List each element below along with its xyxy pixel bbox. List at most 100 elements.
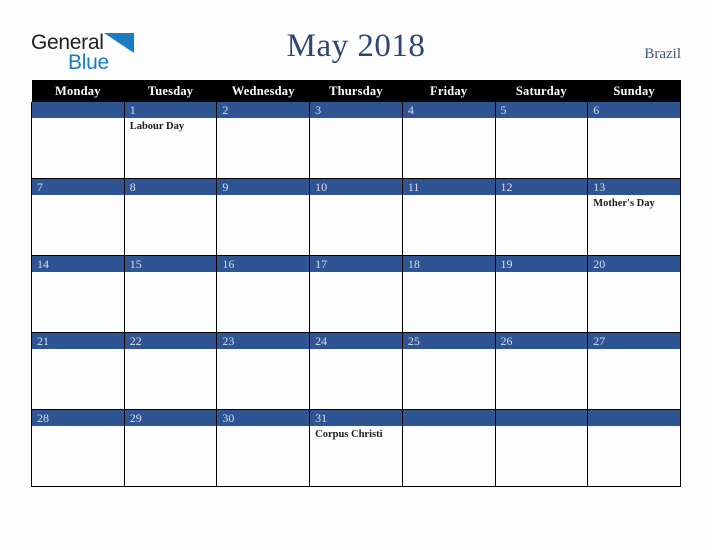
day-number: 12 [495, 179, 588, 195]
day-events [403, 195, 495, 198]
calendar-day-cell[interactable] [401, 409, 496, 487]
day-cell-inner: 29 [124, 410, 217, 486]
calendar-day-cell[interactable]: 24 [309, 332, 403, 410]
day-event-label: Corpus Christi [315, 429, 383, 440]
calendar-week-row: 28 29 30 31 Corpus Christi [31, 409, 681, 487]
calendar-week-row: 14 15 16 17 18 19 20 [31, 255, 681, 333]
weekday-header-thursday: Thursday [309, 80, 403, 102]
day-events [125, 349, 217, 352]
day-number: 11 [402, 179, 495, 195]
day-number: 27 [588, 333, 680, 349]
day-events [32, 426, 124, 429]
calendar-day-cell[interactable]: 4 [401, 102, 496, 179]
day-cell-inner: 23 [217, 333, 310, 409]
calendar-day-cell[interactable]: 17 [309, 255, 403, 333]
day-events [588, 426, 680, 429]
calendar-day-cell[interactable]: 7 [31, 178, 125, 256]
day-event-label: Labour Day [129, 121, 185, 132]
calendar-weekday-header: Monday Tuesday Wednesday Thursday Friday… [31, 80, 681, 102]
day-events [496, 426, 588, 429]
calendar-day-cell[interactable]: 5 [494, 102, 589, 179]
day-number: 8 [124, 179, 217, 195]
calendar-day-cell[interactable]: 18 [401, 255, 496, 333]
day-cell-inner [588, 410, 680, 486]
calendar-day-cell[interactable]: 29 [123, 409, 218, 487]
weekday-header-tuesday: Tuesday [124, 80, 217, 102]
day-cell-inner: 2 [217, 102, 310, 178]
weekday-header-row: Monday Tuesday Wednesday Thursday Friday… [31, 80, 681, 102]
day-events [403, 426, 495, 429]
day-cell-inner: 5 [495, 102, 588, 178]
day-events [496, 349, 588, 352]
calendar-day-cell[interactable]: 1 Labour Day [123, 102, 218, 179]
calendar-day-cell[interactable]: 9 [216, 178, 311, 256]
day-number: 15 [124, 256, 217, 272]
day-number: 18 [402, 256, 495, 272]
day-number: 25 [402, 333, 495, 349]
calendar-day-cell[interactable]: 30 [216, 409, 311, 487]
day-cell-inner: 30 [217, 410, 310, 486]
day-cell-inner [32, 102, 124, 178]
calendar-day-cell[interactable]: 16 [216, 255, 311, 333]
day-events [32, 195, 124, 198]
day-cell-inner: 27 [588, 333, 680, 409]
day-number [402, 410, 495, 426]
calendar-day-cell[interactable]: 10 [309, 178, 403, 256]
day-number [588, 410, 680, 426]
calendar-day-cell[interactable]: 19 [494, 255, 589, 333]
day-events [125, 272, 217, 275]
calendar-day-cell[interactable]: 14 [31, 255, 125, 333]
day-events [217, 426, 309, 429]
calendar-day-cell[interactable]: 28 [31, 409, 125, 487]
calendar-day-cell[interactable]: 15 [123, 255, 218, 333]
day-number: 16 [217, 256, 310, 272]
calendar-day-cell[interactable]: 13 Mother's Day [587, 178, 681, 256]
day-events [310, 118, 402, 121]
day-number: 28 [32, 410, 124, 426]
calendar-day-cell[interactable]: 21 [31, 332, 125, 410]
calendar-body: 1 Labour Day 2 3 4 5 6 7 8 9 10 11 12 13 Mother's Day 1… [31, 102, 681, 487]
day-events [32, 349, 124, 352]
calendar-day-cell[interactable]: 27 [587, 332, 681, 410]
calendar-day-cell[interactable] [587, 409, 681, 487]
calendar-day-cell[interactable]: 22 [123, 332, 218, 410]
weekday-header-friday: Friday [402, 80, 496, 102]
calendar-day-cell[interactable]: 26 [494, 332, 589, 410]
calendar-day-cell[interactable] [31, 102, 125, 179]
day-events [496, 272, 588, 275]
weekday-header-wednesday: Wednesday [216, 80, 310, 102]
weekday-header-monday: Monday [31, 80, 125, 102]
day-number: 22 [124, 333, 217, 349]
country-label: Brazil [644, 46, 681, 62]
day-number: 29 [124, 410, 217, 426]
calendar-day-cell[interactable]: 2 [216, 102, 311, 179]
calendar-day-cell[interactable] [494, 409, 589, 487]
calendar-day-cell[interactable]: 8 [123, 178, 218, 256]
day-number: 30 [217, 410, 310, 426]
calendar-day-cell[interactable]: 31 Corpus Christi [309, 409, 403, 487]
day-cell-inner: 26 [495, 333, 588, 409]
day-number: 3 [310, 102, 402, 118]
calendar-day-cell[interactable]: 11 [401, 178, 496, 256]
day-cell-inner: 10 [310, 179, 402, 255]
calendar-day-cell[interactable]: 3 [309, 102, 403, 179]
day-events [217, 118, 309, 121]
day-number: 4 [402, 102, 495, 118]
calendar-day-cell[interactable]: 20 [587, 255, 681, 333]
calendar-day-cell[interactable]: 25 [401, 332, 496, 410]
day-cell-inner: 17 [310, 256, 402, 332]
day-cell-inner: 8 [124, 179, 217, 255]
weekday-header-sunday: Sunday [587, 80, 681, 102]
day-number: 6 [588, 102, 680, 118]
day-events [217, 195, 309, 198]
day-cell-inner: 19 [495, 256, 588, 332]
calendar-day-cell[interactable]: 6 [587, 102, 681, 179]
day-number [32, 102, 124, 118]
day-cell-inner [495, 410, 588, 486]
calendar-day-cell[interactable]: 23 [216, 332, 311, 410]
day-number: 5 [495, 102, 588, 118]
day-events [32, 118, 124, 121]
day-cell-inner: 24 [310, 333, 402, 409]
calendar-day-cell[interactable]: 12 [494, 178, 589, 256]
day-cell-inner [402, 410, 495, 486]
